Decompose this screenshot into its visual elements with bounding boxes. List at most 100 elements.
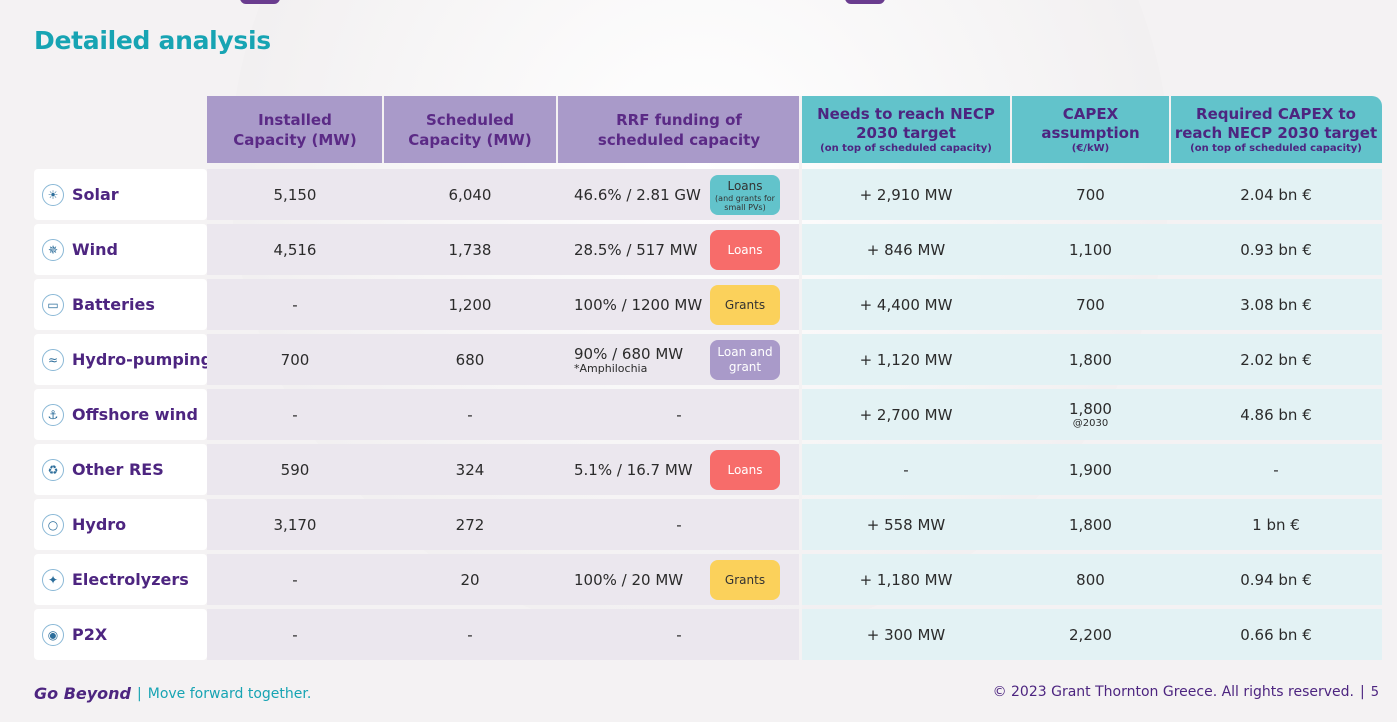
row-label-cell: ○ Hydro: [34, 499, 207, 550]
row-label-cell: ✵ Wind: [34, 224, 207, 275]
rrf-value: 90% / 680 MW: [574, 344, 684, 363]
row-label-cell: ▭ Batteries: [34, 279, 207, 330]
capex-assumption: 1,100: [1011, 224, 1170, 275]
offshore-wind-icon: ⚓: [42, 403, 64, 426]
capex-value: 1,800: [1069, 399, 1112, 418]
needs-to-reach-target: + 846 MW: [866, 240, 946, 259]
page-title: Detailed analysis: [34, 26, 271, 55]
row-label: Hydro: [72, 515, 127, 534]
required-capex: -: [1273, 460, 1279, 479]
scheduled-capacity: -: [467, 405, 473, 424]
table-row: ◉ P2X - - - + 300 MW 2,200 0.66 bn €: [34, 609, 1382, 660]
analysis-table: Installed Capacity (MW) Scheduled Capaci…: [34, 96, 1382, 660]
battery-icon: ▭: [42, 293, 64, 316]
row-label: Other RES: [72, 460, 164, 479]
installed-capacity: 700: [280, 350, 310, 369]
rrf-funding: 28.5% / 517 MW: [574, 224, 697, 275]
row-label: P2X: [72, 625, 108, 644]
installed-capacity: 3,170: [273, 515, 317, 534]
rrf-value: 28.5% / 517 MW: [574, 240, 698, 259]
footer-separator: |: [137, 685, 142, 702]
table-row: ○ Hydro 3,170 272 - + 558 MW 1,800 1 bn €: [34, 499, 1382, 550]
installed-capacity: -: [292, 295, 298, 314]
capex-note: @2030: [1072, 417, 1109, 429]
header-divider: [556, 96, 558, 163]
rrf-funding: 100% / 1200 MW: [574, 279, 702, 330]
col-header-needs: Needs to reach NECP 2030 target (on top …: [801, 96, 1011, 163]
needs-to-reach-target: + 1,120 MW: [859, 350, 953, 369]
footer-brand: Go Beyond | Move forward together.: [34, 684, 311, 703]
row-label-cell: ☀ Solar: [34, 169, 207, 220]
funding-type-badge: Loans: [710, 450, 780, 490]
capex-value: 1,800: [1069, 515, 1112, 534]
capex-value: 700: [1076, 185, 1105, 204]
needs-to-reach-target: + 2,700 MW: [859, 405, 953, 424]
rrf-funding: -: [676, 515, 682, 534]
scheduled-capacity: 1,200: [448, 295, 492, 314]
installed-capacity: 5,150: [273, 185, 317, 204]
capex-value: 700: [1076, 295, 1105, 314]
rrf-funding: 90% / 680 MW *Amphilochia: [574, 334, 683, 385]
required-capex: 2.02 bn €: [1240, 350, 1312, 369]
row-label: Hydro-pumping: [72, 350, 213, 369]
col-header-installed: Installed Capacity (MW): [207, 96, 383, 163]
row-label-cell: ♻ Other RES: [34, 444, 207, 495]
badge-label: Grants: [724, 572, 766, 587]
required-capex: 0.66 bn €: [1240, 625, 1312, 644]
rrf-funding: 5.1% / 16.7 MW: [574, 444, 693, 495]
funding-type-badge: Grants: [710, 285, 780, 325]
top-decoration: [845, 0, 885, 4]
footer-copyright: © 2023 Grant Thornton Greece. All rights…: [993, 684, 1379, 700]
col-header-required: Required CAPEX to reach NECP 2030 target…: [1170, 96, 1382, 163]
funding-type-badge: Loan and grant: [710, 340, 780, 380]
table-row: ✦ Electrolyzers - 20 100% / 20 MW Grants + 1,1…: [34, 554, 1382, 605]
capex-value: 800: [1076, 570, 1105, 589]
copyright-text: © 2023 Grant Thornton Greece. All rights…: [992, 684, 1354, 700]
row-label-cell: ✦ Electrolyzers: [34, 554, 207, 605]
capex-assumption: 700: [1011, 279, 1170, 330]
installed-capacity: -: [292, 625, 298, 644]
col-header-scheduled: Scheduled Capacity (MW): [383, 96, 557, 163]
installed-capacity: -: [292, 405, 298, 424]
badge-note: (and grants for small PVs): [715, 193, 775, 212]
capex-value: 1,100: [1069, 240, 1112, 259]
installed-capacity: 4,516: [273, 240, 317, 259]
required-capex: 3.08 bn €: [1240, 295, 1312, 314]
row-label-cell: ≈ Hydro-pumping: [34, 334, 212, 385]
needs-to-reach-target: + 4,400 MW: [859, 295, 953, 314]
table-row: ♻ Other RES 590 324 5.1% / 16.7 MW Loans - 1,90…: [34, 444, 1382, 495]
capex-assumption: 1,800: [1011, 334, 1170, 385]
header-divider: [382, 96, 384, 163]
row-label: Batteries: [72, 295, 155, 314]
funding-type-badge: Loans: [710, 230, 780, 270]
scheduled-capacity: 272: [455, 515, 485, 534]
badge-label: Loans: [727, 178, 763, 193]
capex-assumption: 2,200: [1011, 609, 1170, 660]
molecule-icon: ✦: [42, 568, 64, 591]
table-row: ▭ Batteries - 1,200 100% / 1200 MW Grants + 4,…: [34, 279, 1382, 330]
required-capex: 1 bn €: [1252, 515, 1300, 534]
footer-separator: |: [1360, 684, 1365, 700]
needs-to-reach-target: + 2,910 MW: [859, 185, 953, 204]
rrf-funding: 46.6% / 2.81 GW: [574, 169, 701, 220]
water-drop-icon: ○: [42, 513, 64, 536]
scheduled-capacity: -: [467, 625, 473, 644]
row-label-cell: ⚓ Offshore wind: [34, 389, 207, 440]
badge-label: Loans: [727, 242, 763, 257]
rrf-note: *Amphilochia: [574, 361, 648, 375]
rrf-value: 5.1% / 16.7 MW: [574, 460, 693, 479]
header-divider: [1010, 96, 1012, 163]
capex-assumption: 800: [1011, 554, 1170, 605]
required-capex: 2.04 bn €: [1240, 185, 1312, 204]
needs-to-reach-target: -: [903, 460, 909, 479]
table-header: Installed Capacity (MW) Scheduled Capaci…: [34, 96, 1382, 163]
required-capex: 0.94 bn €: [1240, 570, 1312, 589]
capex-value: 1,900: [1069, 460, 1112, 479]
capex-assumption: 700: [1011, 169, 1170, 220]
bulb-icon: ◉: [42, 623, 64, 646]
required-capex: 4.86 bn €: [1240, 405, 1312, 424]
wind-turbine-icon: ✵: [42, 238, 64, 261]
funding-type-badge: Loans (and grants for small PVs): [710, 175, 780, 215]
row-label-cell: ◉ P2X: [34, 609, 207, 660]
badge-label: Grants: [724, 297, 766, 312]
